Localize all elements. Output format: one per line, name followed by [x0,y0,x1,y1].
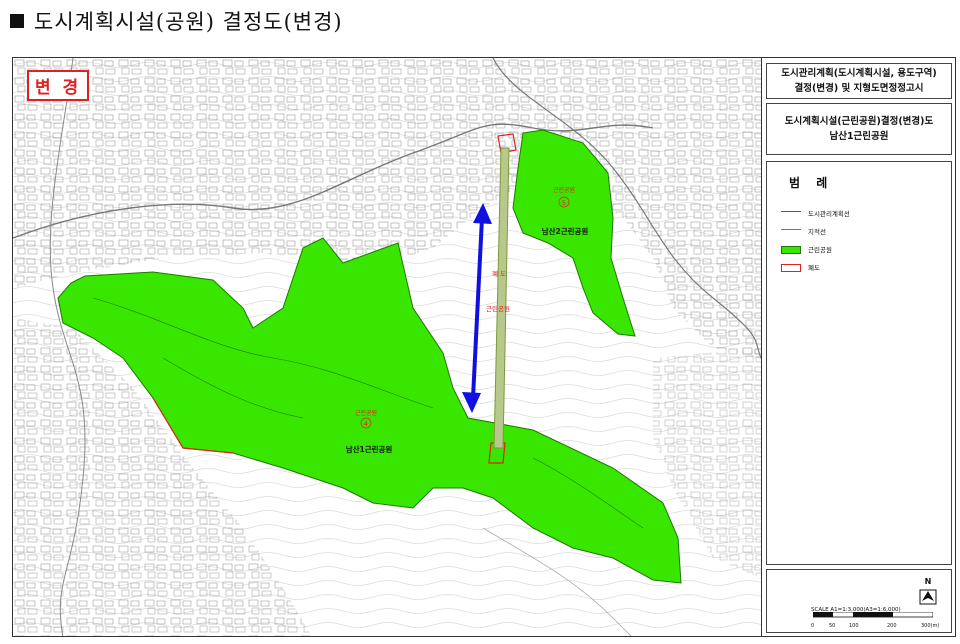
park-tag-4: 근린공원 [355,409,377,417]
gray-line-icon [781,229,801,234]
compass-icon [919,589,937,605]
scale-bar [813,612,933,618]
legend-panel: 도시관리계획(도시계획시설, 용도구역) 결정(변경) 및 지형도면정정고시 도… [761,58,955,636]
legend-box: 범 례 도시관리계획선 지적선 근린공원 폐도 [766,161,952,565]
scale-tick-100: 100 [849,623,859,629]
green-fill-icon [781,246,801,254]
red-line-icon [781,211,801,216]
notice-title-line-2: 결정(변경) 및 지형도면정정고시 [794,83,924,94]
park-name-namsan2: 남산2근린공원 [542,226,589,236]
square-bullet-icon [10,14,24,28]
change-badge: 변 경 [27,70,90,101]
map-frame: 근린공원 5 남산2근린공원 근린공원 4 남산1근린공원 폐 도 근린공원 변… [12,57,956,637]
hatched-box-icon [781,264,801,272]
plan-title-box: 도시계획시설(근린공원)결정(변경)도 남산1근린공원 [766,103,952,155]
scale-tick-300: 300(m) [921,623,940,629]
document-title: 도시계획시설(공원) 결정도(변경) [10,6,343,36]
park-name-namsan1: 남산1근린공원 [346,444,393,454]
park-number-5: 5 [562,199,566,207]
map-canvas: 근린공원 5 남산2근린공원 근린공원 4 남산1근린공원 폐 도 근린공원 [13,58,761,636]
legend-item-planning-line: 도시관리계획선 [781,208,850,220]
notice-title-box: 도시관리계획(도시계획시설, 용도구역) 결정(변경) 및 지형도면정정고시 [766,63,952,99]
scale-tick-200: 200 [887,623,897,629]
scale-tick-50: 50 [829,623,836,629]
notice-title-line-1: 도시관리계획(도시계획시설, 용도구역) [781,68,937,79]
north-arrow: N [917,574,939,610]
north-label: N [924,577,932,586]
legend-title: 범 례 [789,176,834,190]
document-title-text: 도시계획시설(공원) 결정도(변경) [34,10,343,34]
legend-item-park: 근린공원 [781,244,832,256]
corridor-label-park: 근린공원 [486,304,510,313]
corridor-label-abandoned-road: 폐 도 [492,269,506,278]
scale-tick-0: 0 [811,623,815,629]
legend-item-cadastral-line: 지적선 [781,226,826,238]
plan-title-line-1: 도시계획시설(근린공원)결정(변경)도 [784,116,934,127]
scale-box: N SCALE A1=1:3,000(A3=1:6,000) 0 50 100 … [766,569,952,633]
park-tag-5: 근린공원 [553,186,575,194]
plan-title-line-2: 남산1근린공원 [829,131,889,142]
legend-item-abandoned-road: 폐도 [781,262,820,274]
park-number-4: 4 [364,420,368,428]
